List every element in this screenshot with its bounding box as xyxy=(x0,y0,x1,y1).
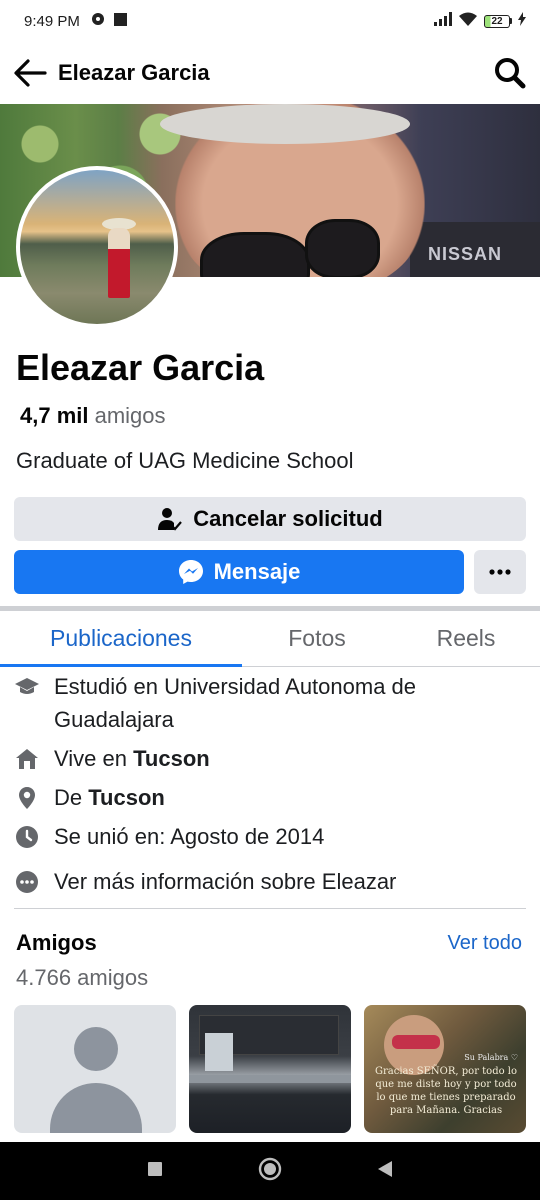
charging-icon xyxy=(518,12,526,30)
friend-tile[interactable]: Su Palabra ♡ Gracias SEÑOR, por todo lo … xyxy=(364,1005,526,1133)
location-pin-icon xyxy=(19,786,35,809)
friends-count: 4,7 mil xyxy=(20,403,89,428)
app-notification-icon xyxy=(113,12,127,30)
back-button[interactable] xyxy=(10,53,50,93)
detail-joined-text: Se unió en: Agosto de 2014 xyxy=(54,824,325,849)
home-button[interactable] xyxy=(258,1157,282,1186)
friends-section-count: 4.766 amigos xyxy=(16,965,149,990)
detail-education-text: Estudió en Universidad Autonoma de Guada… xyxy=(54,674,417,732)
clock-icon xyxy=(16,825,38,848)
friends-word: amigos xyxy=(94,403,166,428)
header-title: Eleazar Garcia xyxy=(58,60,210,85)
cancel-request-label: Cancelar solicitud xyxy=(193,506,383,531)
search-button[interactable] xyxy=(490,53,530,93)
tab-reels[interactable]: Reels xyxy=(392,611,540,666)
search-icon xyxy=(495,58,526,89)
profile-tabs: Publicaciones Fotos Reels xyxy=(0,611,540,667)
profile-bio: Graduate of UAG Medicine School xyxy=(16,448,354,473)
friends-count-line[interactable]: 4,7 mil amigos xyxy=(20,403,166,429)
detail-from-city[interactable]: Tucson xyxy=(88,785,165,810)
more-options-button[interactable] xyxy=(474,550,526,594)
tab-label: Fotos xyxy=(288,625,346,651)
home-icon xyxy=(16,748,38,769)
detail-lives: Vive en Tucson xyxy=(14,742,526,775)
battery-level: 22 xyxy=(484,14,510,28)
system-back-button[interactable] xyxy=(378,1160,392,1182)
detail-from-prefix: De xyxy=(54,785,83,810)
detail-education: Estudió en Universidad Autonoma de Guada… xyxy=(14,670,526,736)
tab-publicaciones[interactable]: Publicaciones xyxy=(0,611,242,667)
tab-label: Reels xyxy=(436,625,496,651)
arrow-left-icon xyxy=(14,59,47,87)
tab-label: Publicaciones xyxy=(50,625,192,651)
more-circle-icon xyxy=(16,870,38,893)
friend-tile[interactable] xyxy=(14,1005,176,1133)
status-time: 9:49 PM xyxy=(24,12,80,30)
detail-from: De Tucson xyxy=(14,781,526,814)
tile-quote: Gracias SEÑOR, por todo lo que me diste … xyxy=(374,1066,518,1116)
friend-tile[interactable] xyxy=(189,1005,351,1133)
profile-details: Estudió en Universidad Autonoma de Guada… xyxy=(14,670,526,898)
battery-icon: 22 xyxy=(484,14,512,28)
messenger-notification-icon xyxy=(90,11,106,31)
more-info-text: Ver más información sobre Eleazar xyxy=(54,869,397,894)
messenger-icon xyxy=(178,560,203,584)
cancel-request-button[interactable]: Cancelar solicitud xyxy=(14,497,526,541)
more-info-link[interactable]: Ver más información sobre Eleazar xyxy=(14,865,526,898)
profile-avatar[interactable] xyxy=(16,166,178,328)
wifi-icon xyxy=(458,12,478,31)
default-avatar-icon xyxy=(74,1027,118,1071)
message-label: Mensaje xyxy=(213,559,301,584)
detail-lives-city[interactable]: Tucson xyxy=(133,746,210,771)
see-all-friends-link[interactable]: Ver todo xyxy=(447,932,522,955)
person-check-icon xyxy=(158,508,183,531)
signal-icon xyxy=(434,12,452,30)
recents-button[interactable] xyxy=(148,1161,162,1181)
tile-signature: Su Palabra ♡ xyxy=(464,1053,518,1062)
app-header: Eleazar Garcia xyxy=(0,42,540,104)
triangle-back-icon xyxy=(378,1160,392,1177)
system-nav-bar xyxy=(0,1142,540,1200)
tab-fotos[interactable]: Fotos xyxy=(242,611,392,666)
cover-brand-text: NISSAN xyxy=(428,244,503,264)
more-horizontal-icon xyxy=(489,569,511,575)
circle-icon xyxy=(258,1157,282,1180)
detail-lives-prefix: Vive en xyxy=(54,746,127,771)
graduation-cap-icon xyxy=(15,677,39,694)
message-button[interactable]: Mensaje xyxy=(14,550,464,594)
friends-section-title: Amigos xyxy=(16,930,97,955)
profile-name: Eleazar Garcia xyxy=(16,347,265,388)
square-icon xyxy=(148,1161,162,1176)
status-bar: 9:49 PM 22 xyxy=(0,0,540,42)
details-divider xyxy=(14,908,526,909)
detail-joined: Se unió en: Agosto de 2014 xyxy=(14,820,526,853)
